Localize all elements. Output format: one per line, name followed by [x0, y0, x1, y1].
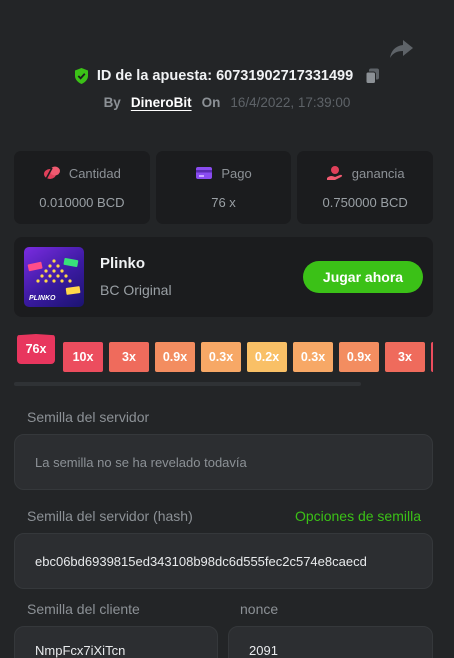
stat-payout-value: 76 x [211, 195, 236, 210]
bet-id-row: ID de la apuesta: 60731902717331499 [0, 68, 454, 84]
server-seed-label: Semilla del servidor [27, 409, 150, 425]
bet-author-row: By DineroBit On 16/4/2022, 17:39:00 [0, 95, 454, 110]
multiplier-bucket [431, 342, 433, 372]
stat-profit: ganancia 0.750000 BCD [297, 151, 434, 224]
stat-profit-value: 0.750000 BCD [322, 195, 408, 210]
nonce-label: nonce [240, 601, 279, 617]
multiplier-bucket: 10x [63, 342, 103, 372]
copy-icon[interactable] [365, 68, 380, 84]
seed-options-link[interactable]: Opciones de semilla [295, 508, 421, 524]
card-icon [196, 167, 213, 179]
multiplier-bucket: 0.2x [247, 342, 287, 372]
client-seed-field[interactable]: NmpFcx7iXiTcn [14, 626, 218, 658]
username-link[interactable]: DineroBit [131, 95, 192, 110]
multiplier-bucket: 3x [385, 342, 425, 372]
stat-amount: Cantidad 0.010000 BCD [14, 151, 150, 224]
multiplier-bucket: 0.9x [155, 342, 195, 372]
plinko-logo-text: PLINKO [29, 295, 56, 302]
multiplier-bucket: 3x [109, 342, 149, 372]
multiplier-row: 76x 10x 3x 0.9x 0.3x 0.2x 0.3x 0.9x 3x [17, 334, 433, 374]
bet-id: ID de la apuesta: 60731902717331499 [96, 68, 354, 84]
multiplier-bucket: 0.3x [293, 342, 333, 372]
play-now-button[interactable]: Jugar ahora [303, 261, 423, 293]
client-seed-label: Semilla del cliente [27, 601, 140, 617]
stat-payout: Pago 76 x [155, 151, 292, 224]
nonce-field[interactable]: 2091 [228, 626, 433, 658]
server-seed-hash-field[interactable]: ebc06bd6939815ed343108b98dc6d555fec2c574… [14, 533, 433, 589]
stat-payout-label: Pago [221, 165, 252, 181]
share-icon[interactable] [388, 38, 414, 60]
game-card: PLINKO Plinko BC Original Jugar ahora [14, 237, 433, 317]
multiplier-scrollbar[interactable] [14, 382, 361, 386]
stat-amount-value: 0.010000 BCD [39, 195, 125, 210]
server-seed-hash-label: Semilla del servidor (hash) [27, 508, 193, 524]
bet-stats: Cantidad 0.010000 BCD Pago 76 x ganancia… [14, 151, 434, 224]
game-title: Plinko [100, 255, 146, 272]
game-subtitle: BC Original [100, 282, 172, 298]
server-seed-field[interactable]: La semilla no se ha revelado todavía [14, 434, 433, 490]
by-label: By [103, 95, 121, 110]
bet-date: 16/4/2022, 17:39:00 [230, 95, 351, 110]
on-label: On [201, 95, 221, 110]
verified-shield-icon [74, 68, 88, 84]
stat-profit-label: ganancia [351, 165, 405, 181]
plinko-thumbnail[interactable]: PLINKO [24, 247, 84, 307]
multiplier-bucket: 0.3x [201, 342, 241, 372]
multiplier-bucket: 76x [17, 334, 55, 364]
coins-icon [43, 166, 60, 180]
profit-icon [326, 166, 342, 180]
multiplier-bucket: 0.9x [339, 342, 379, 372]
stat-amount-label: Cantidad [68, 165, 121, 181]
